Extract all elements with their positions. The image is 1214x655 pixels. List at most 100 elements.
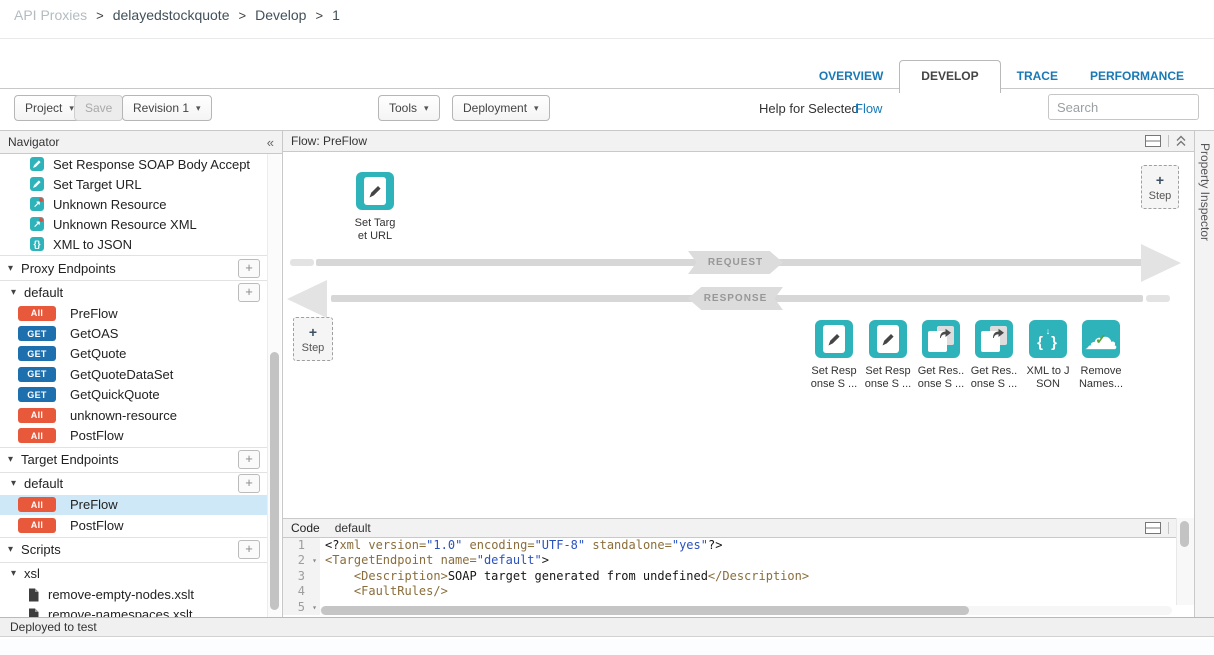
collapse-up-icon[interactable] [1176, 135, 1186, 147]
code-line[interactable]: 4 <FaultRules/> [283, 584, 1194, 599]
add-button[interactable]: + [238, 450, 260, 469]
flow-item-PreFlow[interactable]: AllPreFlow [0, 495, 268, 515]
policy-label: Unknown Resource [53, 197, 166, 212]
add-button[interactable]: + [238, 259, 260, 278]
line-number: 2 [283, 553, 309, 568]
split-horizontal-icon[interactable] [1145, 135, 1161, 147]
scrollbar-thumb[interactable] [321, 606, 969, 615]
group-default[interactable]: ▾default+ [0, 473, 268, 495]
chevron-down-icon: ▾ [196, 103, 201, 114]
save-button[interactable]: Save [74, 95, 123, 121]
policy-node[interactable]: ☁✓RemoveNames... [1074, 320, 1128, 390]
method-badge: All [18, 306, 56, 321]
fold-toggle-icon[interactable]: ▾ [309, 600, 320, 615]
footer-space [0, 639, 1214, 655]
help-for-selected-label: Help for Selected [759, 101, 859, 116]
tab-overview[interactable]: OVERVIEW [803, 61, 899, 92]
breadcrumb-item[interactable]: delayedstockquote [113, 7, 230, 23]
response-lane-stub [1146, 295, 1170, 302]
flow-item-GetQuickQuote[interactable]: GET GetQuickQuote [0, 385, 268, 405]
add-step-button-response[interactable]: + Step [293, 317, 333, 361]
scrollbar-thumb[interactable] [1180, 521, 1189, 547]
chevron-down-icon: ▾ [534, 103, 539, 114]
script-file-item[interactable]: remove-empty-nodes.xslt [0, 585, 268, 605]
deployment-menu-button[interactable]: Deployment▾ [452, 95, 550, 121]
search-input[interactable] [1048, 94, 1199, 120]
disclosure-triangle-icon[interactable]: ▾ [11, 287, 16, 298]
policy-node[interactable]: Get Res..onse S ... [914, 320, 968, 390]
xml-to-json-icon: {} [30, 237, 44, 251]
tools-menu-button[interactable]: Tools▾ [378, 95, 440, 121]
policy-node[interactable]: ↓{ }XML to JSON [1021, 320, 1075, 390]
policy-label: XML to JSON [53, 237, 132, 252]
method-badge: GET [18, 387, 56, 402]
pencil-icon [815, 320, 853, 358]
section-target-endpoints[interactable]: ▾ Target Endpoints + [0, 447, 268, 473]
disclosure-triangle-icon[interactable]: ▾ [8, 454, 13, 465]
request-lane-stub [290, 259, 314, 266]
flow-item-label: GetQuickQuote [70, 387, 160, 402]
disclosure-triangle-icon[interactable]: ▾ [11, 478, 16, 489]
add-button[interactable]: + [238, 474, 260, 493]
policy-item[interactable]: Set Response SOAP Body Accept [0, 154, 268, 174]
collapse-left-icon[interactable]: « [267, 135, 274, 150]
code-panel-label: Code [291, 521, 320, 535]
line-number: 5 [283, 600, 309, 615]
policy-item[interactable]: ↗Unknown Resource [0, 194, 268, 214]
breadcrumb-item[interactable]: Develop [255, 7, 306, 23]
add-step-button-request[interactable]: + Step [1141, 165, 1179, 209]
policy-node-label: Set Target URL [355, 217, 396, 242]
flow-item-GetOAS[interactable]: GETGetOAS [0, 323, 268, 343]
split-horizontal-icon[interactable] [1145, 522, 1161, 534]
policy-node[interactable]: Set Target URL [348, 172, 402, 242]
disclosure-triangle-icon[interactable]: ▾ [11, 568, 16, 579]
policy-node[interactable]: Get Res..onse S ... [967, 320, 1021, 390]
flow-item-GetQuoteDataSet[interactable]: GETGetQuoteDataSet [0, 364, 268, 384]
add-button[interactable]: + [238, 540, 260, 559]
tab-trace[interactable]: TRACE [1001, 61, 1074, 92]
policy-item[interactable]: {} XML to JSON [0, 234, 268, 254]
revision-menu-button[interactable]: Revision 1▾ [122, 95, 212, 121]
section-scripts[interactable]: ▾Scripts+ [0, 537, 268, 563]
code-tab-default[interactable]: default [335, 521, 371, 535]
help-flow-link[interactable]: Flow [855, 101, 882, 116]
policy-item[interactable]: ↗Unknown Resource XML [0, 214, 268, 234]
property-inspector-tab[interactable]: Property Inspector [1194, 130, 1214, 617]
script-file-item[interactable]: remove-namespaces.xslt [0, 605, 268, 617]
policy-node-label: Get Res..onse S ... [971, 365, 1017, 390]
tab-develop[interactable]: DEVELOP [899, 60, 1000, 93]
flow-item-PostFlow[interactable]: AllPostFlow [0, 515, 268, 535]
section-title: Target Endpoints [21, 452, 119, 467]
method-badge: All [18, 428, 56, 443]
navigator-scrollbar[interactable] [267, 154, 281, 617]
code-line[interactable]: 3 <Description>SOAP target generated fro… [283, 569, 1194, 584]
disclosure-triangle-icon[interactable]: ▾ [8, 263, 13, 274]
flow-item-PreFlow[interactable]: AllPreFlow [0, 303, 268, 323]
tab-bar: OVERVIEWDEVELOPTRACEPERFORMANCE [803, 60, 1200, 92]
code-horizontal-scrollbar[interactable] [320, 606, 1172, 615]
section-title: Proxy Endpoints [21, 261, 116, 276]
request-arrowhead-icon [1141, 244, 1181, 282]
flow-item-GetQuote[interactable]: GETGetQuote [0, 344, 268, 364]
group-xsl[interactable]: ▾xsl [0, 563, 268, 585]
request-lane-label: REQUEST [688, 251, 783, 274]
section-proxy-endpoints[interactable]: ▾ Proxy Endpoints + [0, 255, 268, 281]
scrollbar-thumb[interactable] [270, 352, 279, 610]
flow-item-unknown-resource[interactable]: Allunknown-resource [0, 405, 268, 425]
code-line[interactable]: 2▾<TargetEndpoint name="default"> [283, 553, 1194, 568]
flow-item-PostFlow[interactable]: AllPostFlow [0, 425, 268, 445]
policy-node[interactable]: Set Response S ... [861, 320, 915, 390]
policy-item[interactable]: Set Target URL [0, 174, 268, 194]
breadcrumb-item[interactable]: 1 [332, 7, 340, 23]
tab-performance[interactable]: PERFORMANCE [1074, 61, 1200, 92]
code-line[interactable]: 1<?xml version="1.0" encoding="UTF-8" st… [283, 538, 1194, 553]
disclosure-triangle-icon[interactable]: ▾ [8, 544, 13, 555]
breadcrumb-separator: > [96, 8, 104, 23]
group-default[interactable]: ▾default+ [0, 281, 268, 303]
code-vertical-scrollbar[interactable] [1176, 518, 1194, 605]
fold-toggle-icon[interactable]: ▾ [309, 553, 320, 568]
add-button[interactable]: + [238, 283, 260, 302]
breadcrumb-item[interactable]: API Proxies [14, 7, 87, 23]
policy-node[interactable]: Set Response S ... [807, 320, 861, 390]
response-arrowhead-icon [287, 280, 327, 318]
